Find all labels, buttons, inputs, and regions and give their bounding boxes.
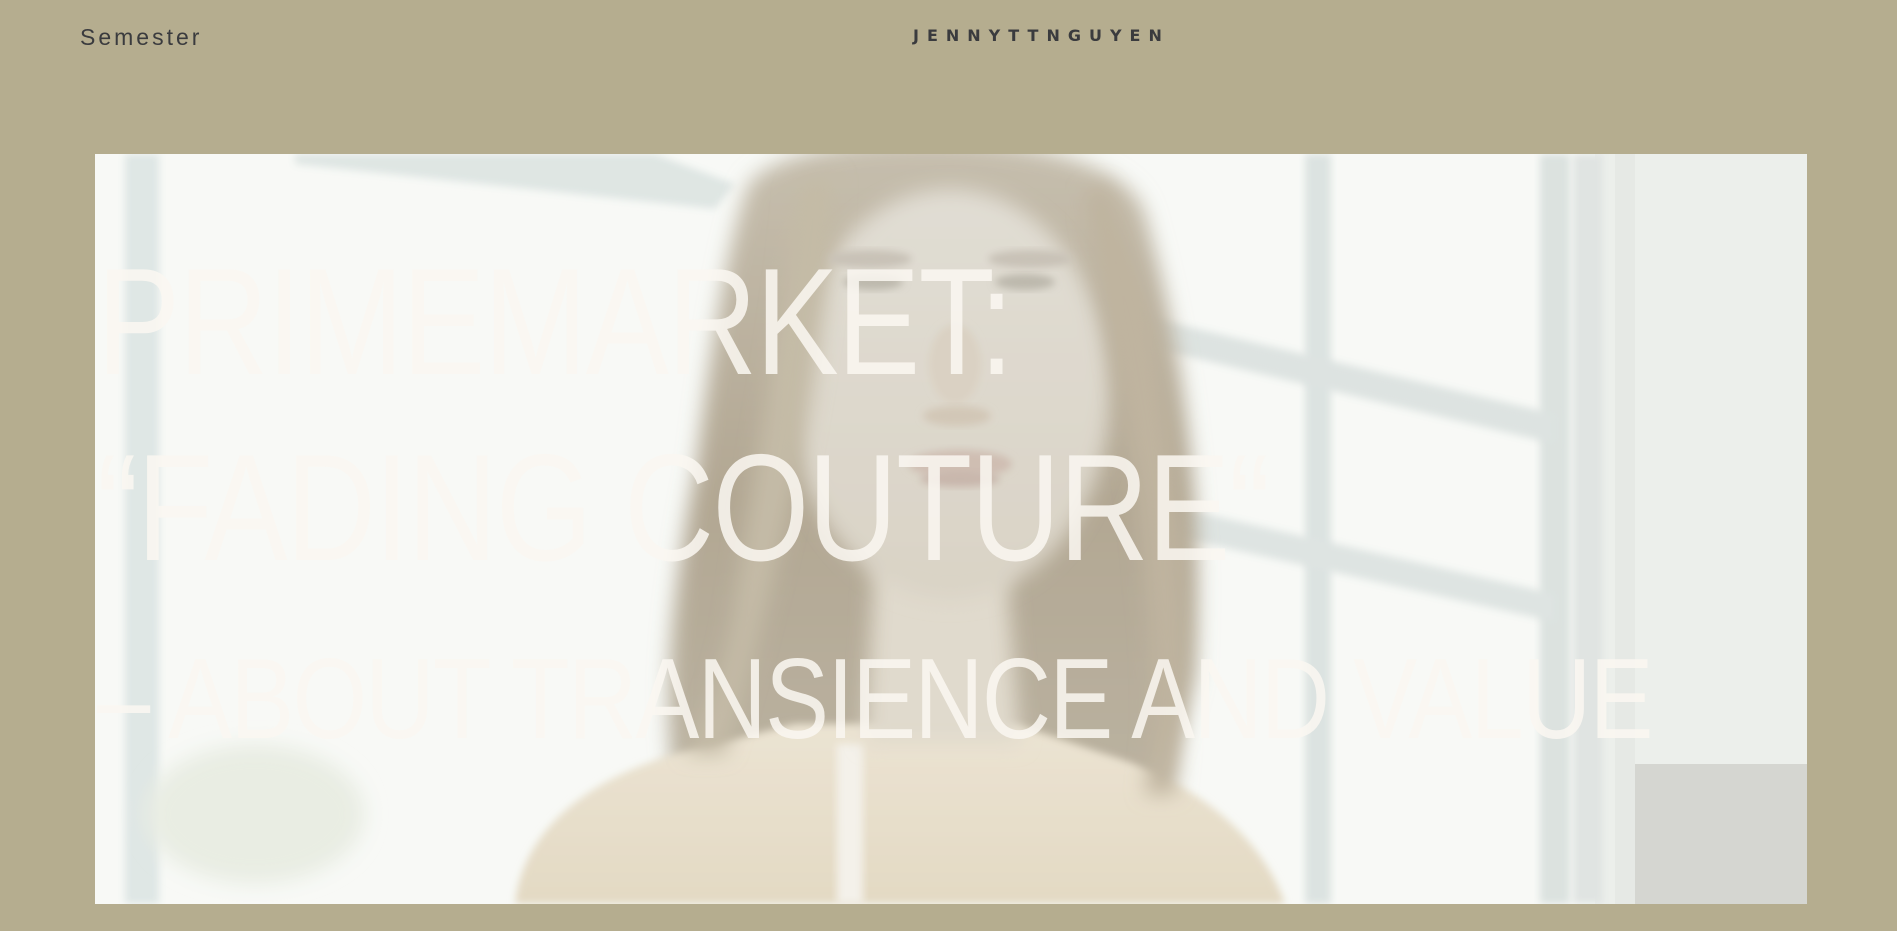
- site-brand[interactable]: JENNYTTNGUYEN: [913, 26, 1170, 45]
- hero-title-line-1: PRIMEMARKET:: [97, 237, 1014, 407]
- hero-subtitle: – ABOUT TRANSIENCE AND VALUE: [97, 636, 1653, 763]
- hero-video[interactable]: PRIMEMARKET: “FADING COUTURE“ – ABOUT TR…: [95, 154, 1807, 904]
- hero-title-block: PRIMEMARKET: “FADING COUTURE“ – ABOUT TR…: [95, 154, 1807, 904]
- hero-title-line-2: “FADING COUTURE“: [97, 423, 1270, 593]
- page: Semester JENNYTTNGUYEN PRIMEMARKET: “FAD…: [0, 0, 1897, 931]
- semester-link[interactable]: Semester: [80, 24, 202, 51]
